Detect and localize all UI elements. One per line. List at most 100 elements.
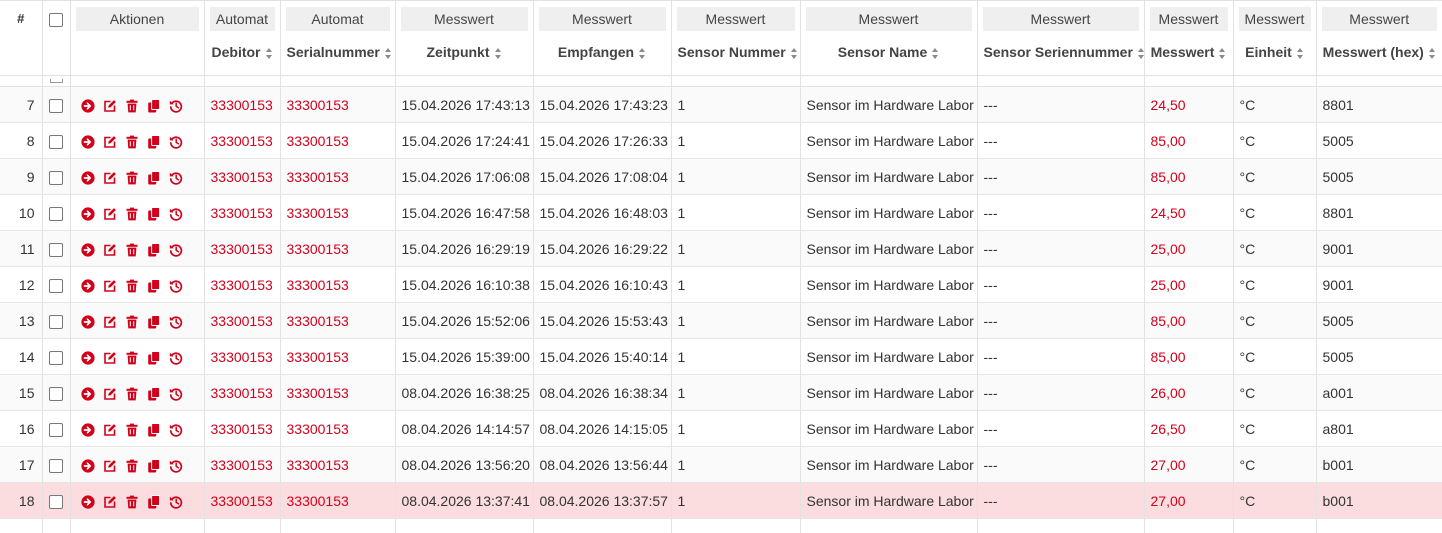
history-icon[interactable] bbox=[169, 315, 183, 329]
serial-link[interactable]: 33300153 bbox=[280, 123, 395, 159]
arrow-right-circle-icon[interactable] bbox=[81, 459, 95, 473]
table-row[interactable]: 16333001533330015308.04.2026 14:14:5708.… bbox=[0, 411, 1442, 447]
arrow-right-circle-icon[interactable] bbox=[81, 279, 95, 293]
history-icon[interactable] bbox=[169, 351, 183, 365]
copy-icon[interactable] bbox=[147, 135, 161, 149]
serial-link[interactable]: 33300153 bbox=[280, 411, 395, 447]
serial-link[interactable]: 33300153 bbox=[280, 267, 395, 303]
edit-icon[interactable] bbox=[103, 459, 117, 473]
select-all-checkbox[interactable] bbox=[49, 13, 63, 27]
arrow-right-circle-icon[interactable] bbox=[81, 387, 95, 401]
table-row[interactable]: 14333001533330015315.04.2026 15:39:0015.… bbox=[0, 339, 1442, 375]
table-row[interactable]: 9333001533330015315.04.2026 17:06:0815.0… bbox=[0, 159, 1442, 195]
serial-link[interactable]: 33300153 bbox=[280, 159, 395, 195]
table-row[interactable]: 18333001533330015308.04.2026 13:37:4108.… bbox=[0, 483, 1442, 519]
debitor-link[interactable]: 33300153 bbox=[204, 447, 280, 483]
history-icon[interactable] bbox=[169, 279, 183, 293]
debitor-link[interactable]: 33300153 bbox=[204, 123, 280, 159]
edit-icon[interactable] bbox=[103, 423, 117, 437]
copy-icon[interactable] bbox=[147, 279, 161, 293]
serial-link[interactable]: 33300153 bbox=[280, 303, 395, 339]
sort-header-serial[interactable]: Serialnummer bbox=[280, 44, 395, 76]
debitor-link[interactable]: 33300153 bbox=[204, 231, 280, 267]
filter-toggle[interactable] bbox=[50, 79, 63, 83]
trash-icon[interactable] bbox=[125, 315, 139, 329]
edit-icon[interactable] bbox=[103, 279, 117, 293]
arrow-right-circle-icon[interactable] bbox=[81, 171, 95, 185]
arrow-right-circle-icon[interactable] bbox=[81, 315, 95, 329]
sort-header-sensor-name[interactable]: Sensor Name bbox=[800, 44, 977, 76]
copy-icon[interactable] bbox=[147, 459, 161, 473]
trash-icon[interactable] bbox=[125, 135, 139, 149]
serial-link[interactable]: 33300153 bbox=[280, 231, 395, 267]
edit-icon[interactable] bbox=[103, 315, 117, 329]
sort-header-messwert[interactable]: Messwert bbox=[1144, 44, 1233, 76]
table-row[interactable]: 7333001533330015315.04.2026 17:43:1315.0… bbox=[0, 87, 1442, 123]
history-icon[interactable] bbox=[169, 459, 183, 473]
row-checkbox[interactable] bbox=[49, 279, 63, 293]
trash-icon[interactable] bbox=[125, 207, 139, 221]
trash-icon[interactable] bbox=[125, 171, 139, 185]
copy-icon[interactable] bbox=[147, 387, 161, 401]
history-icon[interactable] bbox=[169, 387, 183, 401]
arrow-right-circle-icon[interactable] bbox=[81, 495, 95, 509]
history-icon[interactable] bbox=[169, 495, 183, 509]
table-row[interactable]: 12333001533330015315.04.2026 16:10:3815.… bbox=[0, 267, 1442, 303]
serial-link[interactable]: 33300153 bbox=[280, 87, 395, 123]
sort-header-sensor-nummer[interactable]: Sensor Nummer bbox=[671, 44, 800, 76]
debitor-link[interactable]: 33300153 bbox=[204, 483, 280, 519]
trash-icon[interactable] bbox=[125, 99, 139, 113]
row-checkbox[interactable] bbox=[49, 387, 63, 401]
debitor-link[interactable]: 33300153 bbox=[204, 195, 280, 231]
edit-icon[interactable] bbox=[103, 387, 117, 401]
serial-link[interactable]: 33300153 bbox=[280, 339, 395, 375]
arrow-right-circle-icon[interactable] bbox=[81, 99, 95, 113]
table-row[interactable]: 10333001533330015315.04.2026 16:47:5815.… bbox=[0, 195, 1442, 231]
debitor-link[interactable]: 33300153 bbox=[204, 339, 280, 375]
history-icon[interactable] bbox=[169, 207, 183, 221]
history-icon[interactable] bbox=[169, 171, 183, 185]
edit-icon[interactable] bbox=[103, 135, 117, 149]
history-icon[interactable] bbox=[169, 243, 183, 257]
edit-icon[interactable] bbox=[103, 243, 117, 257]
copy-icon[interactable] bbox=[147, 99, 161, 113]
trash-icon[interactable] bbox=[125, 279, 139, 293]
row-checkbox[interactable] bbox=[49, 207, 63, 221]
row-checkbox[interactable] bbox=[49, 171, 63, 185]
edit-icon[interactable] bbox=[103, 351, 117, 365]
arrow-right-circle-icon[interactable] bbox=[81, 423, 95, 437]
debitor-link[interactable]: 33300153 bbox=[204, 159, 280, 195]
history-icon[interactable] bbox=[169, 99, 183, 113]
trash-icon[interactable] bbox=[125, 351, 139, 365]
arrow-right-circle-icon[interactable] bbox=[81, 243, 95, 257]
sort-header-einheit[interactable]: Einheit bbox=[1233, 44, 1316, 76]
debitor-link[interactable]: 33300153 bbox=[204, 411, 280, 447]
sort-header-debitor[interactable]: Debitor bbox=[204, 44, 280, 76]
sort-header-zeitpunkt[interactable]: Zeitpunkt bbox=[395, 44, 533, 76]
arrow-right-circle-icon[interactable] bbox=[81, 351, 95, 365]
debitor-link[interactable]: 33300153 bbox=[204, 267, 280, 303]
debitor-link[interactable]: 33300153 bbox=[204, 303, 280, 339]
row-checkbox[interactable] bbox=[49, 459, 63, 473]
edit-icon[interactable] bbox=[103, 171, 117, 185]
row-checkbox[interactable] bbox=[49, 135, 63, 149]
edit-icon[interactable] bbox=[103, 495, 117, 509]
history-icon[interactable] bbox=[169, 423, 183, 437]
row-checkbox[interactable] bbox=[49, 351, 63, 365]
edit-icon[interactable] bbox=[103, 207, 117, 221]
arrow-right-circle-icon[interactable] bbox=[81, 135, 95, 149]
table-row[interactable]: 15333001533330015308.04.2026 16:38:2508.… bbox=[0, 375, 1442, 411]
copy-icon[interactable] bbox=[147, 171, 161, 185]
copy-icon[interactable] bbox=[147, 207, 161, 221]
arrow-right-circle-icon[interactable] bbox=[81, 207, 95, 221]
copy-icon[interactable] bbox=[147, 495, 161, 509]
table-row[interactable]: 17333001533330015308.04.2026 13:56:2008.… bbox=[0, 447, 1442, 483]
row-checkbox[interactable] bbox=[49, 99, 63, 113]
copy-icon[interactable] bbox=[147, 351, 161, 365]
row-checkbox[interactable] bbox=[49, 495, 63, 509]
serial-link[interactable]: 33300153 bbox=[280, 483, 395, 519]
copy-icon[interactable] bbox=[147, 423, 161, 437]
history-icon[interactable] bbox=[169, 135, 183, 149]
trash-icon[interactable] bbox=[125, 459, 139, 473]
table-row[interactable]: 13333001533330015315.04.2026 15:52:0615.… bbox=[0, 303, 1442, 339]
